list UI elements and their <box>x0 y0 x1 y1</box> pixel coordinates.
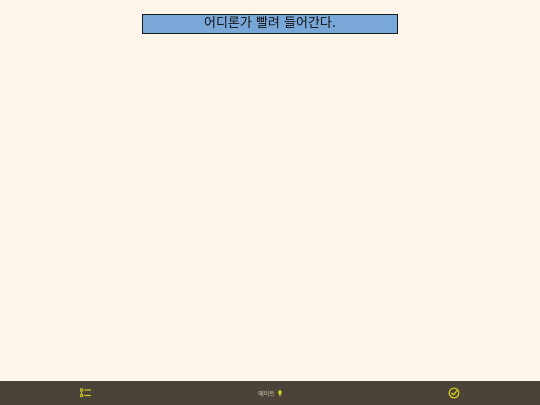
list-icon <box>80 388 91 398</box>
pin-icon <box>278 389 282 397</box>
check-circle-icon <box>448 387 460 399</box>
bottom-bar: 에이트 <box>0 381 540 405</box>
narration-box: 어디론가 빨려 들어간다. <box>142 14 398 34</box>
narration-text: 어디론가 빨려 들어간다. <box>204 16 336 31</box>
confirm-button[interactable] <box>444 381 464 405</box>
character-name: 에이트 <box>258 390 275 398</box>
menu-button[interactable] <box>76 381 96 405</box>
character-title[interactable]: 에이트 <box>240 381 300 405</box>
game-scene: 어디론가 빨려 들어간다. <box>0 0 540 381</box>
